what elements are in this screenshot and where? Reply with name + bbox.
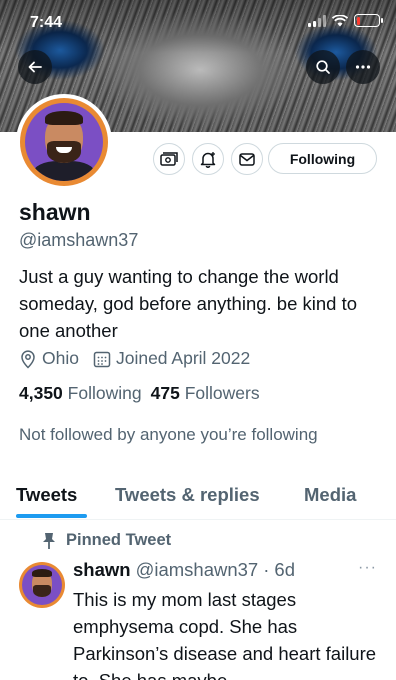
followers-link[interactable]: 475 Followers — [151, 383, 260, 404]
battery-icon — [354, 14, 383, 27]
wifi-icon — [332, 14, 348, 26]
message-button[interactable] — [231, 143, 263, 175]
following-link[interactable]: 4,350 Following — [19, 383, 142, 404]
tweet-separator: · — [263, 559, 270, 580]
user-handle: @iamshawn37 — [19, 230, 139, 250]
arrow-left-icon — [28, 61, 42, 73]
search-button[interactable] — [306, 50, 340, 84]
signal-icon — [308, 14, 326, 27]
profile-meta: Ohio Joined April 2022 — [19, 348, 264, 369]
not-followed-note: Not followed by anyone you’re following — [19, 425, 318, 444]
pinned-label: Pinned Tweet — [66, 531, 172, 549]
back-button[interactable] — [18, 50, 52, 84]
tweet-author-name[interactable]: shawn — [73, 559, 131, 581]
notification-bell-icon — [200, 151, 216, 168]
notifications-button[interactable] — [192, 143, 224, 175]
tab-tweets-replies[interactable]: Tweets & replies — [115, 484, 260, 520]
pin-icon — [43, 532, 55, 549]
tips-icon — [160, 152, 178, 166]
tab-media[interactable]: Media — [304, 484, 356, 520]
message-icon — [239, 152, 255, 166]
tweet-header: shawn @iamshawn37 · 6d — [73, 559, 295, 581]
profile-avatar[interactable] — [16, 94, 112, 190]
joined-item: Joined April 2022 — [93, 348, 250, 369]
following-count: 4,350 — [19, 383, 63, 403]
status-icons — [308, 14, 383, 27]
more-horizontal-icon — [355, 65, 371, 69]
follow-counts: 4,350 Following 475 Followers — [19, 383, 260, 404]
tweet-time[interactable]: 6d — [274, 559, 295, 581]
following-button[interactable]: Following — [268, 143, 377, 174]
display-name: shawn — [19, 199, 91, 225]
pinned-indicator: Pinned Tweet — [42, 531, 171, 550]
location-item: Ohio — [19, 348, 79, 369]
active-tab-indicator — [16, 514, 87, 518]
followers-label: Followers — [184, 383, 260, 403]
more-button[interactable] — [346, 50, 380, 84]
tweet-text: This is my mom last stages emphysema cop… — [73, 589, 377, 680]
tweet-more-icon[interactable]: ··· — [358, 559, 377, 577]
search-icon — [316, 60, 330, 74]
location-text: Ohio — [42, 348, 79, 368]
status-time: 7:44 — [30, 14, 63, 31]
joined-text: Joined April 2022 — [115, 348, 251, 368]
tweet-author-handle[interactable]: @iamshawn37 — [136, 559, 259, 581]
tips-button[interactable] — [153, 143, 185, 175]
following-label: Following — [67, 383, 142, 403]
profile-bio: Just a guy wanting to change the world s… — [19, 266, 358, 341]
location-pin-icon — [21, 349, 35, 369]
tweet-avatar[interactable] — [19, 562, 65, 608]
followers-count: 475 — [150, 383, 180, 403]
calendar-icon — [93, 351, 111, 367]
